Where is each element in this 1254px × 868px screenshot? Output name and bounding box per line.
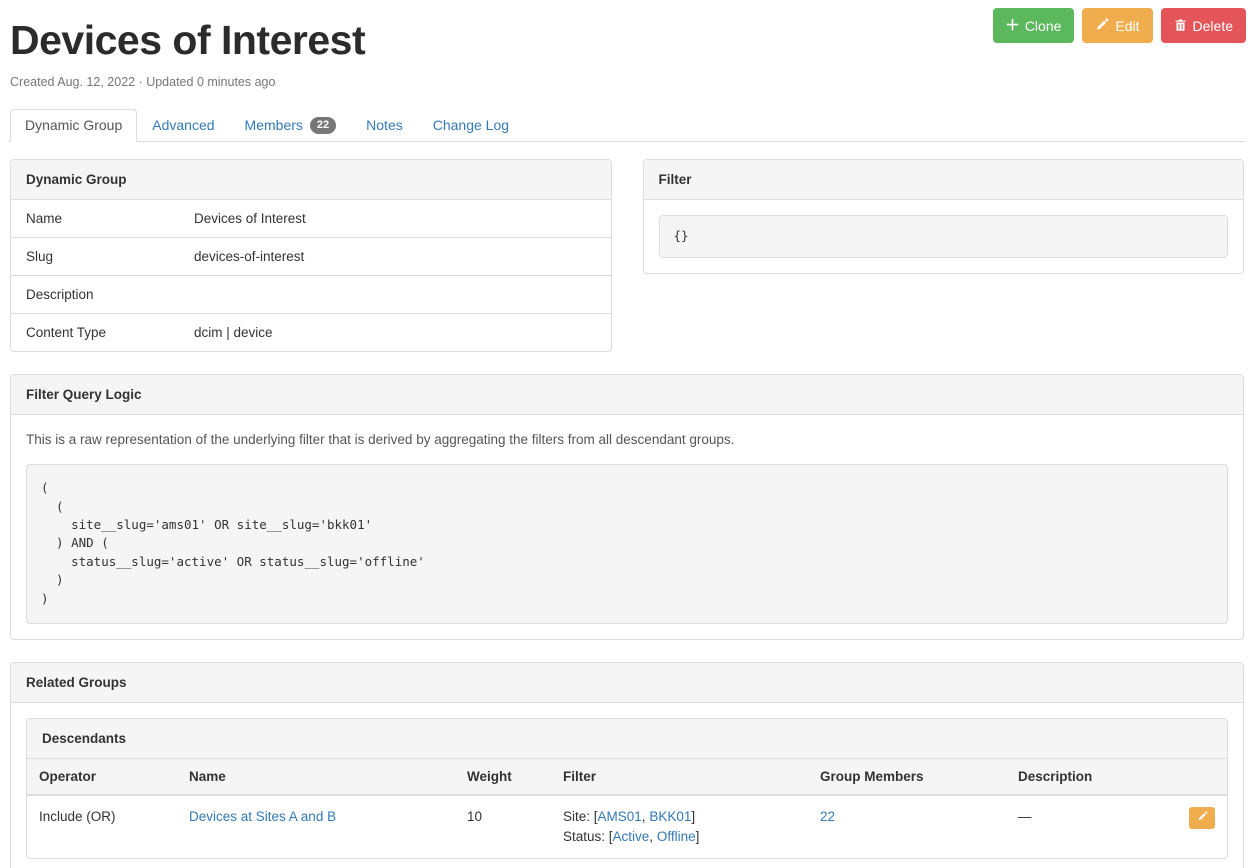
filter-query-logic-title: Filter Query Logic bbox=[11, 375, 1243, 415]
filter-site-link-ams01[interactable]: AMS01 bbox=[598, 809, 642, 824]
column-header-actions bbox=[1165, 759, 1227, 795]
action-bar: Clone Edit Delete bbox=[993, 8, 1246, 43]
tab-dynamic-group[interactable]: Dynamic Group bbox=[10, 109, 137, 142]
filter-status-line: Status: [Active, Offline] bbox=[563, 827, 796, 847]
group-members-link[interactable]: 22 bbox=[820, 809, 835, 824]
attr-description-label: Description bbox=[11, 276, 179, 314]
filter-status-link-offline[interactable]: Offline bbox=[657, 829, 696, 844]
descendants-panel: Descendants Operator Name Weight Filter … bbox=[26, 718, 1228, 859]
related-groups-body: Descendants Operator Name Weight Filter … bbox=[11, 703, 1243, 868]
filter-panel-title: Filter bbox=[644, 160, 1244, 200]
filter-panel: Filter {} bbox=[643, 159, 1245, 273]
dynamic-group-panel-title: Dynamic Group bbox=[11, 160, 611, 200]
delete-button-label: Delete bbox=[1193, 18, 1233, 34]
column-header-name: Name bbox=[177, 759, 455, 795]
filter-query-logic-code-block: ( ( site__slug='ams01' OR site__slug='bk… bbox=[26, 464, 1228, 624]
attr-content-type-value: dcim | device bbox=[179, 314, 611, 352]
column-header-operator: Operator bbox=[27, 759, 177, 795]
filter-status-link-active[interactable]: Active bbox=[613, 829, 650, 844]
tab-change-log-label: Change Log bbox=[433, 117, 509, 134]
tab-dynamic-group-label: Dynamic Group bbox=[25, 117, 122, 134]
tab-notes-label: Notes bbox=[366, 117, 403, 134]
filter-site-label: Site: [ bbox=[563, 809, 598, 824]
descendants-table: Operator Name Weight Filter Group Member… bbox=[27, 759, 1227, 858]
cell-actions bbox=[1165, 795, 1227, 858]
tab-members-label: Members bbox=[245, 117, 303, 134]
attr-slug-value: devices-of-interest bbox=[179, 238, 611, 276]
column-header-group-members: Group Members bbox=[808, 759, 1006, 795]
page-root: Clone Edit Delete Devices of Interest Cr… bbox=[0, 0, 1254, 868]
filter-query-logic-body: This is a raw representation of the unde… bbox=[11, 415, 1243, 639]
attr-name-value: Devices of Interest bbox=[179, 200, 611, 238]
tab-members[interactable]: Members 22 bbox=[230, 109, 352, 142]
table-row: Description bbox=[11, 276, 611, 314]
column-header-weight: Weight bbox=[455, 759, 551, 795]
edit-button-label: Edit bbox=[1115, 18, 1139, 34]
plus-icon bbox=[1006, 18, 1019, 33]
filter-site-close: ] bbox=[691, 809, 695, 824]
pencil-icon bbox=[1197, 811, 1208, 825]
cell-filter: Site: [AMS01, BKK01] Status: [Active, Of… bbox=[551, 795, 808, 858]
trash-icon bbox=[1174, 18, 1187, 34]
left-column: Dynamic Group Name Devices of Interest S… bbox=[10, 159, 612, 374]
filter-status-label: Status: [ bbox=[563, 829, 613, 844]
table-row: Include (OR) Devices at Sites A and B 10… bbox=[27, 795, 1227, 858]
filter-query-logic-panel: Filter Query Logic This is a raw represe… bbox=[10, 374, 1244, 640]
filter-code-block: {} bbox=[659, 215, 1229, 257]
tab-advanced[interactable]: Advanced bbox=[137, 109, 229, 142]
detail-columns: Dynamic Group Name Devices of Interest S… bbox=[8, 159, 1246, 374]
attr-slug-label: Slug bbox=[11, 238, 179, 276]
attr-name-label: Name bbox=[11, 200, 179, 238]
attr-description-value bbox=[179, 276, 611, 314]
filter-panel-body: {} bbox=[644, 200, 1244, 272]
tab-notes[interactable]: Notes bbox=[351, 109, 418, 142]
filter-site-link-bkk01[interactable]: BKK01 bbox=[649, 809, 691, 824]
cell-description: — bbox=[1006, 795, 1165, 858]
descendants-table-body: Include (OR) Devices at Sites A and B 10… bbox=[27, 795, 1227, 858]
table-header-row: Operator Name Weight Filter Group Member… bbox=[27, 759, 1227, 795]
cell-group-members: 22 bbox=[808, 795, 1006, 858]
column-header-filter: Filter bbox=[551, 759, 808, 795]
attr-content-type-label: Content Type bbox=[11, 314, 179, 352]
cell-weight: 10 bbox=[455, 795, 551, 858]
dynamic-group-attributes: Name Devices of Interest Slug devices-of… bbox=[11, 200, 611, 351]
cell-name: Devices at Sites A and B bbox=[177, 795, 455, 858]
row-edit-button[interactable] bbox=[1189, 807, 1215, 829]
delete-button[interactable]: Delete bbox=[1161, 8, 1246, 43]
tab-change-log[interactable]: Change Log bbox=[418, 109, 524, 142]
filter-query-logic-note: This is a raw representation of the unde… bbox=[26, 430, 1228, 450]
descendant-group-link[interactable]: Devices at Sites A and B bbox=[189, 809, 336, 824]
column-header-description: Description bbox=[1006, 759, 1165, 795]
related-groups-title: Related Groups bbox=[11, 663, 1243, 703]
members-count-badge: 22 bbox=[310, 117, 336, 134]
cell-operator: Include (OR) bbox=[27, 795, 177, 858]
filter-site-line: Site: [AMS01, BKK01] bbox=[563, 807, 796, 827]
dynamic-group-panel: Dynamic Group Name Devices of Interest S… bbox=[10, 159, 612, 352]
table-row: Content Type dcim | device bbox=[11, 314, 611, 352]
descendants-title: Descendants bbox=[27, 719, 1227, 759]
clone-button[interactable]: Clone bbox=[993, 8, 1075, 43]
descendants-table-head: Operator Name Weight Filter Group Member… bbox=[27, 759, 1227, 795]
record-meta: Created Aug. 12, 2022 · Updated 0 minute… bbox=[10, 75, 1246, 89]
tab-bar: Dynamic Group Advanced Members 22 Notes … bbox=[8, 109, 1246, 142]
related-groups-panel: Related Groups Descendants Operator Name… bbox=[10, 662, 1244, 868]
tab-advanced-label: Advanced bbox=[152, 117, 214, 134]
table-row: Name Devices of Interest bbox=[11, 200, 611, 238]
clone-button-label: Clone bbox=[1025, 18, 1062, 34]
right-column: Filter {} bbox=[643, 159, 1245, 374]
table-row: Slug devices-of-interest bbox=[11, 238, 611, 276]
edit-button[interactable]: Edit bbox=[1082, 8, 1152, 43]
filter-status-close: ] bbox=[696, 829, 700, 844]
pencil-icon bbox=[1095, 18, 1109, 34]
